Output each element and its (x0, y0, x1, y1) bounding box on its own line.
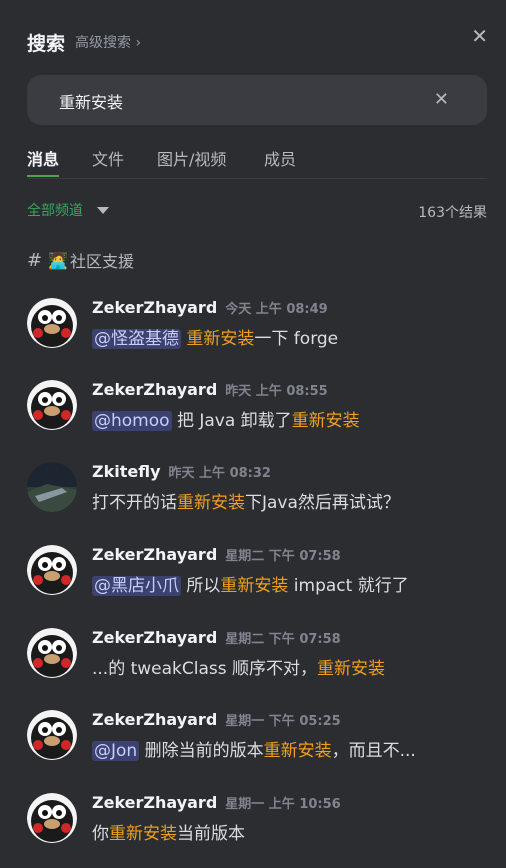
message-author[interactable]: ZekerZhayard (92, 380, 217, 399)
avatar[interactable] (27, 380, 77, 430)
user-mention[interactable]: @黑店小爪 (92, 576, 181, 596)
message-author[interactable]: ZekerZhayard (92, 628, 217, 647)
clear-search-icon[interactable]: ✕ (434, 89, 449, 110)
close-icon[interactable]: ✕ (471, 26, 488, 46)
message-text-before: ...的 tweakClass 顺序不对， (92, 659, 318, 679)
message-meta: ZekerZhayard 星期一 下午 05:25 (92, 710, 341, 729)
message-timestamp: 星期一 下午 05:25 (225, 714, 341, 729)
message-timestamp: 星期一 上午 10:56 (225, 797, 341, 812)
avatar[interactable] (27, 710, 77, 760)
avatar[interactable] (27, 545, 77, 595)
message-text-before: 所以 (181, 576, 221, 596)
message-author[interactable]: ZekerZhayard (92, 793, 217, 812)
channel-filter-dropdown[interactable]: 全部频道 (27, 200, 109, 220)
avatar[interactable] (27, 628, 77, 678)
message-result[interactable]: ZekerZhayard 星期一 下午 05:25 @Jon 删除当前的版本重新安装… (27, 710, 487, 770)
message-text-before: 把 Java 卸载了 (171, 411, 292, 431)
message-text-after: 一下 forge (254, 329, 339, 349)
message-text-after: 当前版本 (177, 824, 245, 844)
message-text-after: 下Java然后再试试？ (245, 493, 400, 513)
message-text-before: 你 (92, 824, 109, 844)
message-timestamp: 星期二 下午 07:58 (225, 549, 341, 564)
message-text: 打不开的话重新安装下Java然后再试试？ (92, 488, 400, 513)
hash-icon: # (27, 249, 43, 271)
avatar[interactable] (27, 793, 77, 843)
message-text-after: impact 就行了 (288, 576, 409, 596)
user-mention[interactable]: @homoo (92, 411, 172, 431)
user-mention[interactable]: @怪盗基德 (92, 329, 181, 349)
search-highlight: 重新安装 (177, 493, 245, 513)
message-text: ...的 tweakClass 顺序不对，重新安装 (92, 654, 385, 679)
avatar[interactable] (27, 298, 77, 348)
search-tabs: 消息 文件 图片/视频 成员 (27, 146, 487, 179)
channel-filter-label: 全部频道 (27, 203, 83, 219)
message-text: @Jon 删除当前的版本重新安装，而且不... (92, 736, 416, 761)
tab-files[interactable]: 文件 (92, 146, 124, 176)
message-text: @homoo 把 Java 卸载了重新安装 (92, 406, 360, 431)
search-highlight: 重新安装 (317, 659, 386, 679)
advanced-search-link[interactable]: 高级搜索 › (75, 32, 141, 52)
avatar[interactable] (27, 462, 77, 512)
message-author[interactable]: ZekerZhayard (92, 710, 217, 729)
message-result[interactable]: ZekerZhayard 星期二 下午 07:58 ...的 tweakClass … (27, 628, 487, 688)
message-meta: Zkitefly 昨天 上午 08:32 (92, 462, 271, 481)
message-timestamp: 星期二 下午 07:58 (225, 632, 341, 647)
message-result[interactable]: Zkitefly 昨天 上午 08:32 打不开的话重新安装下Java然后再试试？ (27, 462, 487, 522)
message-result[interactable]: ZekerZhayard 昨天 上午 08:55 @homoo 把 Java 卸载了… (27, 380, 487, 440)
message-text: @怪盗基德 重新安装一下 forge (92, 324, 338, 349)
message-meta: ZekerZhayard 昨天 上午 08:55 (92, 380, 328, 399)
chevron-down-icon (97, 206, 109, 214)
search-input[interactable] (57, 75, 421, 127)
message-text-before: 删除当前的版本 (139, 741, 264, 761)
message-text-before: 打不开的话 (92, 493, 177, 513)
message-text: 你重新安装当前版本 (92, 819, 245, 844)
technologist-emoji-icon: 🧑‍💻 (48, 250, 69, 270)
search-highlight: 重新安装 (291, 411, 360, 431)
search-highlight: 重新安装 (186, 329, 255, 349)
tab-members[interactable]: 成员 (264, 146, 296, 176)
message-result[interactable]: ZekerZhayard 今天 上午 08:49 @怪盗基德 重新安装一下 forg… (27, 298, 487, 358)
search-highlight: 重新安装 (220, 576, 289, 596)
message-author[interactable]: ZekerZhayard (92, 545, 217, 564)
search-highlight: 重新安装 (109, 824, 177, 844)
message-timestamp: 昨天 上午 08:55 (225, 384, 328, 399)
channel-heading[interactable]: # 🧑‍💻 社区支援 (27, 248, 134, 272)
message-meta: ZekerZhayard 星期二 下午 07:58 (92, 545, 341, 564)
message-text-after: ，而且不... (331, 741, 416, 761)
search-panel-header: 搜索 高级搜索 › (27, 28, 141, 56)
search-highlight: 重新安装 (263, 741, 332, 761)
panel-title: 搜索 (27, 32, 66, 55)
message-text: @黑店小爪 所以重新安装 impact 就行了 (92, 571, 409, 596)
tab-media[interactable]: 图片/视频 (157, 146, 226, 176)
message-timestamp: 昨天 上午 08:32 (168, 466, 271, 481)
message-meta: ZekerZhayard 今天 上午 08:49 (92, 298, 328, 317)
message-meta: ZekerZhayard 星期一 上午 10:56 (92, 793, 341, 812)
channel-name: 社区支援 (70, 252, 135, 271)
user-mention[interactable]: @Jon (92, 741, 140, 761)
message-author[interactable]: ZekerZhayard (92, 298, 217, 317)
message-result[interactable]: ZekerZhayard 星期二 下午 07:58 @黑店小爪 所以重新安装 imp… (27, 545, 487, 605)
message-meta: ZekerZhayard 星期二 下午 07:58 (92, 628, 341, 647)
message-result[interactable]: ZekerZhayard 星期一 上午 10:56 你重新安装当前版本 (27, 793, 487, 853)
result-count: 163个结果 (418, 205, 487, 221)
search-box[interactable]: ✕ (27, 75, 487, 127)
tab-messages[interactable]: 消息 (27, 146, 60, 177)
message-timestamp: 今天 上午 08:49 (225, 302, 328, 317)
message-author[interactable]: Zkitefly (92, 462, 161, 481)
